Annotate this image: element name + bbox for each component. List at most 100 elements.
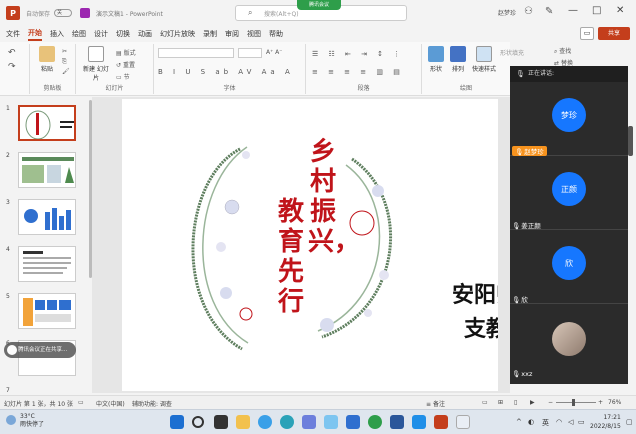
ime-indicator[interactable]: 英 [542,418,549,428]
cut-icon[interactable]: ✂ [62,48,67,55]
account-icon[interactable]: ⚇ [524,6,533,17]
zoom-out-icon[interactable]: − [548,399,553,406]
tab-view[interactable]: 视图 [247,29,261,39]
store-icon[interactable] [346,415,360,429]
new-slide-button[interactable]: 新建 幻灯片 [82,46,110,82]
shape-fill-button[interactable]: 形状填充 [500,48,524,57]
search-taskbar-icon[interactable] [192,416,204,428]
paste-button[interactable]: 粘贴 [36,46,58,73]
section-button[interactable]: ▭ 节 [116,72,130,81]
pen-icon[interactable]: ✎ [545,6,553,17]
panel-scrollbar[interactable] [628,126,633,156]
user-name[interactable]: 赵梦珍 [498,8,516,17]
battery-icon[interactable]: ▭ [578,418,585,426]
font-format-row[interactable]: B I U S ab AV Aa A [158,68,294,76]
tab-draw[interactable]: 绘图 [72,29,86,39]
quick-styles-button[interactable]: 快速样式 [470,46,498,73]
word-icon[interactable] [390,415,404,429]
slide-title-column-1[interactable]: 乡村振兴， [308,137,360,257]
language-indicator[interactable]: 中文(中国) [96,399,125,408]
normal-view-icon[interactable]: ▭ [482,399,488,406]
title-bar: P 自动保存 关 演示文稿1 - PowerPoint ⌕ 搜索(Alt+Q) … [0,0,636,26]
weather-widget[interactable]: 33°C 雨快停了 [6,413,44,429]
participant-tile[interactable]: 欣 🎙欣 [510,232,628,304]
tab-review[interactable]: 审阅 [225,29,239,39]
task-view-icon[interactable] [214,415,228,429]
powerpoint-taskbar-icon[interactable] [434,415,448,429]
font-grow-icon[interactable]: A⁺ A⁻ [266,49,282,56]
slide-thumbnail-3[interactable] [18,199,76,235]
app-icon[interactable] [302,415,316,429]
tab-insert[interactable]: 插入 [50,29,64,39]
cloud-icon[interactable] [324,415,338,429]
weather-icon [6,415,16,425]
slide-side-text-1[interactable]: 安阳师 [452,277,498,309]
slide-thumbnail-2[interactable] [18,152,76,188]
tab-design[interactable]: 设计 [94,29,108,39]
participant-tile[interactable]: 🎙xxz [510,306,628,378]
slide-thumbnail-5[interactable] [18,293,76,329]
list-format-row[interactable]: ☰ ☷ ⇤ ⇥ ↕ ⋮ [312,50,404,58]
tab-slideshow[interactable]: 幻灯片放映 [160,29,195,39]
undo-icon[interactable]: ↶ [8,48,16,58]
format-painter-icon[interactable]: 🖌 [62,68,70,75]
slide-thumbnail-4[interactable] [18,246,76,282]
file-explorer-icon[interactable] [236,415,250,429]
slide-title-column-2[interactable]: 教育先行 [276,197,306,317]
maximize-icon[interactable]: □ [592,5,601,16]
copy-icon[interactable]: ⎘ [62,58,67,66]
font-size-select[interactable] [238,48,262,58]
arrange-button[interactable]: 排列 [448,46,468,73]
autosave-toggle[interactable]: 关 [54,9,73,17]
meeting-app-icon[interactable] [412,415,426,429]
tab-transitions[interactable]: 切换 [116,29,130,39]
browser-icon[interactable] [280,415,294,429]
zoom-in-icon[interactable]: + [598,399,603,406]
save-icon[interactable] [80,8,91,18]
sorter-view-icon[interactable]: ⊞ [498,399,503,406]
current-slide[interactable]: 乡村振兴， 教育先行 安阳师 支教 [122,99,498,391]
tab-home[interactable]: 开始 [28,28,42,41]
volume-icon[interactable]: ◁ [568,418,573,426]
find-button[interactable]: ⌕ 查找 [554,46,571,56]
minimize-icon[interactable]: — [568,5,578,16]
tray-chevron-icon[interactable]: ^ [516,418,522,426]
zoom-level[interactable]: 76% [608,399,621,406]
tab-file[interactable]: 文件 [6,29,20,39]
tab-help[interactable]: 帮助 [269,29,283,39]
share-button[interactable]: 共享 [598,27,630,40]
slide-side-text-2[interactable]: 支教 [464,311,498,343]
tab-animations[interactable]: 动画 [138,29,152,39]
align-format-row[interactable]: ≡ ≡ ≡ ≡ ▥ ▤ [312,68,404,76]
zoom-slider[interactable] [556,402,596,403]
tray-app-icon[interactable]: ◐ [528,418,534,426]
redo-icon[interactable]: ↷ [8,62,16,72]
wechat-icon[interactable] [368,415,382,429]
participant-tile[interactable]: 梦珍 🎙赵梦珍 [510,84,628,156]
participant-tile[interactable]: 正颜 🎙姜正颜 [510,158,628,230]
accessibility-status[interactable]: 辅助功能: 调查 [132,399,172,408]
reading-view-icon[interactable]: ▯ [514,399,517,406]
zoom-slider-handle[interactable] [572,399,575,406]
app-icon[interactable] [456,415,470,429]
slideshow-view-icon[interactable]: ▶ [530,399,535,406]
layout-button[interactable]: ▤ 版式 [116,48,136,57]
status-bar: 幻灯片 第 1 张，共 10 张 ▭ 中文(中国) 辅助功能: 调查 ≡ 备注 … [0,395,636,409]
reset-button[interactable]: ↺ 重置 [116,60,135,69]
spellcheck-icon[interactable]: ▭ [78,399,84,406]
comment-icon[interactable]: ▭ [580,27,594,40]
notification-icon[interactable]: ▢ [626,418,633,426]
tab-record[interactable]: 录制 [203,29,217,39]
notes-button[interactable]: ≡ 备注 [426,399,445,408]
edge-icon[interactable] [258,415,272,429]
slide-thumbnail-1[interactable] [18,105,76,141]
close-icon[interactable]: ✕ [616,5,624,16]
share-toast[interactable]: 腾讯会议正在共享... [4,342,76,358]
meeting-badge[interactable]: 腾讯会议 [297,0,341,10]
font-family-select[interactable] [158,48,234,58]
thumbnail-art [24,208,71,230]
start-icon[interactable] [170,415,184,429]
clock[interactable]: 17:21 2022/8/15 [590,413,621,431]
wifi-icon[interactable]: ◠ [556,418,562,426]
shapes-button[interactable]: 形状 [426,46,446,73]
